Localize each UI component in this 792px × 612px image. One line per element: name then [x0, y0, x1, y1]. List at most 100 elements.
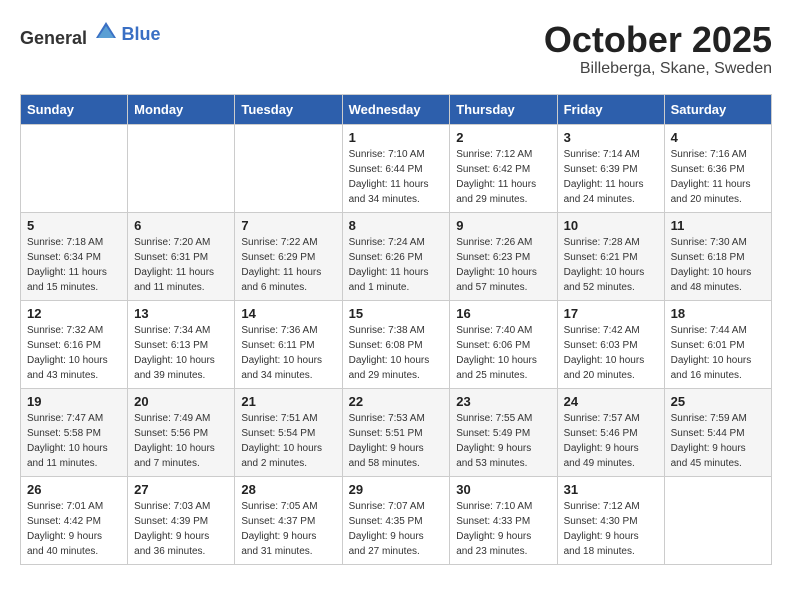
calendar-cell: 5 Sunrise: 7:18 AM Sunset: 6:34 PM Daylig…	[21, 212, 128, 300]
calendar-cell: 6Sunrise: 7:20 AM Sunset: 6:31 PM Daylig…	[128, 212, 235, 300]
day-number: 1	[349, 130, 444, 145]
calendar-cell: 19Sunrise: 7:47 AM Sunset: 5:58 PM Dayli…	[21, 388, 128, 476]
day-number: 18	[671, 306, 765, 321]
day-number: 3	[564, 130, 658, 145]
calendar-week-row: 19Sunrise: 7:47 AM Sunset: 5:58 PM Dayli…	[21, 388, 772, 476]
weekday-header-saturday: Saturday	[664, 94, 771, 124]
calendar-cell: 1Sunrise: 7:10 AM Sunset: 6:44 PM Daylig…	[342, 124, 450, 212]
day-number: 4	[671, 130, 765, 145]
day-info: Sunrise: 7:20 AM Sunset: 6:31 PM Dayligh…	[134, 235, 228, 295]
day-info: Sunrise: 7:12 AM Sunset: 4:30 PM Dayligh…	[564, 499, 658, 559]
calendar-cell: 8 Sunrise: 7:24 AM Sunset: 6:26 PM Daylig…	[342, 212, 450, 300]
weekday-header-tuesday: Tuesday	[235, 94, 342, 124]
weekday-header-row: SundayMondayTuesdayWednesdayThursdayFrid…	[21, 94, 772, 124]
day-info: Sunrise: 7:38 AM Sunset: 6:08 PM Dayligh…	[349, 323, 444, 383]
day-info: Sunrise: 7:26 AM Sunset: 6:23 PM Dayligh…	[456, 235, 550, 295]
day-number: 23	[456, 394, 550, 409]
calendar-cell: 29 Sunrise: 7:07 AM Sunset: 4:35 PM Dayli…	[342, 476, 450, 564]
calendar-cell: 31 Sunrise: 7:12 AM Sunset: 4:30 PM Dayli…	[557, 476, 664, 564]
day-info: Sunrise: 7:44 AM Sunset: 6:01 PM Dayligh…	[671, 323, 765, 383]
calendar-cell: 11 Sunrise: 7:30 AM Sunset: 6:18 PM Dayli…	[664, 212, 771, 300]
calendar-cell: 13Sunrise: 7:34 AM Sunset: 6:13 PM Dayli…	[128, 300, 235, 388]
calendar-cell: 16 Sunrise: 7:40 AM Sunset: 6:06 PM Dayli…	[450, 300, 557, 388]
day-info: Sunrise: 7:49 AM Sunset: 5:56 PM Dayligh…	[134, 411, 228, 471]
weekday-header-monday: Monday	[128, 94, 235, 124]
logo: General Blue	[20, 20, 161, 49]
calendar-cell: 17 Sunrise: 7:42 AM Sunset: 6:03 PM Dayli…	[557, 300, 664, 388]
calendar-cell: 12 Sunrise: 7:32 AM Sunset: 6:16 PM Dayli…	[21, 300, 128, 388]
weekday-header-thursday: Thursday	[450, 94, 557, 124]
logo-blue-text: Blue	[122, 24, 161, 44]
calendar-week-row: 5 Sunrise: 7:18 AM Sunset: 6:34 PM Daylig…	[21, 212, 772, 300]
calendar-week-row: 12 Sunrise: 7:32 AM Sunset: 6:16 PM Dayli…	[21, 300, 772, 388]
day-number: 9	[456, 218, 550, 233]
calendar-cell: 20 Sunrise: 7:49 AM Sunset: 5:56 PM Dayli…	[128, 388, 235, 476]
calendar-cell: 28Sunrise: 7:05 AM Sunset: 4:37 PM Dayli…	[235, 476, 342, 564]
day-number: 13	[134, 306, 228, 321]
day-number: 21	[241, 394, 335, 409]
day-info: Sunrise: 7:30 AM Sunset: 6:18 PM Dayligh…	[671, 235, 765, 295]
day-number: 8	[349, 218, 444, 233]
day-number: 20	[134, 394, 228, 409]
calendar-cell: 3 Sunrise: 7:14 AM Sunset: 6:39 PM Daylig…	[557, 124, 664, 212]
title-area: October 2025 Billeberga, Skane, Sweden	[544, 20, 772, 78]
day-number: 31	[564, 482, 658, 497]
day-info: Sunrise: 7:16 AM Sunset: 6:36 PM Dayligh…	[671, 147, 765, 207]
day-number: 17	[564, 306, 658, 321]
day-info: Sunrise: 7:07 AM Sunset: 4:35 PM Dayligh…	[349, 499, 444, 559]
calendar-cell: 7 Sunrise: 7:22 AM Sunset: 6:29 PM Daylig…	[235, 212, 342, 300]
calendar-table: SundayMondayTuesdayWednesdayThursdayFrid…	[20, 94, 772, 565]
day-number: 24	[564, 394, 658, 409]
calendar-cell: 22 Sunrise: 7:53 AM Sunset: 5:51 PM Dayli…	[342, 388, 450, 476]
calendar-cell: 4 Sunrise: 7:16 AM Sunset: 6:36 PM Daylig…	[664, 124, 771, 212]
day-info: Sunrise: 7:59 AM Sunset: 5:44 PM Dayligh…	[671, 411, 765, 471]
day-number: 5	[27, 218, 121, 233]
day-number: 10	[564, 218, 658, 233]
calendar-cell	[664, 476, 771, 564]
weekday-header-sunday: Sunday	[21, 94, 128, 124]
day-info: Sunrise: 7:40 AM Sunset: 6:06 PM Dayligh…	[456, 323, 550, 383]
day-info: Sunrise: 7:57 AM Sunset: 5:46 PM Dayligh…	[564, 411, 658, 471]
day-info: Sunrise: 7:01 AM Sunset: 4:42 PM Dayligh…	[27, 499, 121, 559]
weekday-header-friday: Friday	[557, 94, 664, 124]
day-info: Sunrise: 7:53 AM Sunset: 5:51 PM Dayligh…	[349, 411, 444, 471]
day-number: 30	[456, 482, 550, 497]
month-title: October 2025	[544, 20, 772, 60]
day-number: 15	[349, 306, 444, 321]
day-number: 16	[456, 306, 550, 321]
day-number: 27	[134, 482, 228, 497]
calendar-cell: 14Sunrise: 7:36 AM Sunset: 6:11 PM Dayli…	[235, 300, 342, 388]
day-number: 22	[349, 394, 444, 409]
calendar-week-row: 26 Sunrise: 7:01 AM Sunset: 4:42 PM Dayli…	[21, 476, 772, 564]
calendar-week-row: 1Sunrise: 7:10 AM Sunset: 6:44 PM Daylig…	[21, 124, 772, 212]
day-number: 11	[671, 218, 765, 233]
calendar-cell	[21, 124, 128, 212]
day-info: Sunrise: 7:22 AM Sunset: 6:29 PM Dayligh…	[241, 235, 335, 295]
day-info: Sunrise: 7:14 AM Sunset: 6:39 PM Dayligh…	[564, 147, 658, 207]
day-number: 29	[349, 482, 444, 497]
day-info: Sunrise: 7:12 AM Sunset: 6:42 PM Dayligh…	[456, 147, 550, 207]
calendar-cell	[128, 124, 235, 212]
day-info: Sunrise: 7:18 AM Sunset: 6:34 PM Dayligh…	[27, 235, 121, 295]
day-info: Sunrise: 7:32 AM Sunset: 6:16 PM Dayligh…	[27, 323, 121, 383]
calendar-cell: 18 Sunrise: 7:44 AM Sunset: 6:01 PM Dayli…	[664, 300, 771, 388]
day-info: Sunrise: 7:42 AM Sunset: 6:03 PM Dayligh…	[564, 323, 658, 383]
calendar-cell: 25 Sunrise: 7:59 AM Sunset: 5:44 PM Dayli…	[664, 388, 771, 476]
day-number: 2	[456, 130, 550, 145]
calendar-cell: 27Sunrise: 7:03 AM Sunset: 4:39 PM Dayli…	[128, 476, 235, 564]
day-number: 7	[241, 218, 335, 233]
day-number: 26	[27, 482, 121, 497]
logo-general-text: General	[20, 28, 87, 48]
day-info: Sunrise: 7:28 AM Sunset: 6:21 PM Dayligh…	[564, 235, 658, 295]
weekday-header-wednesday: Wednesday	[342, 94, 450, 124]
calendar-cell: 2 Sunrise: 7:12 AM Sunset: 6:42 PM Daylig…	[450, 124, 557, 212]
day-number: 12	[27, 306, 121, 321]
calendar-cell: 21Sunrise: 7:51 AM Sunset: 5:54 PM Dayli…	[235, 388, 342, 476]
day-info: Sunrise: 7:24 AM Sunset: 6:26 PM Dayligh…	[349, 235, 444, 295]
calendar-cell: 23Sunrise: 7:55 AM Sunset: 5:49 PM Dayli…	[450, 388, 557, 476]
calendar-cell: 26 Sunrise: 7:01 AM Sunset: 4:42 PM Dayli…	[21, 476, 128, 564]
calendar-cell	[235, 124, 342, 212]
day-number: 25	[671, 394, 765, 409]
page-header: General Blue October 2025 Billeberga, Sk…	[20, 20, 772, 78]
day-number: 14	[241, 306, 335, 321]
